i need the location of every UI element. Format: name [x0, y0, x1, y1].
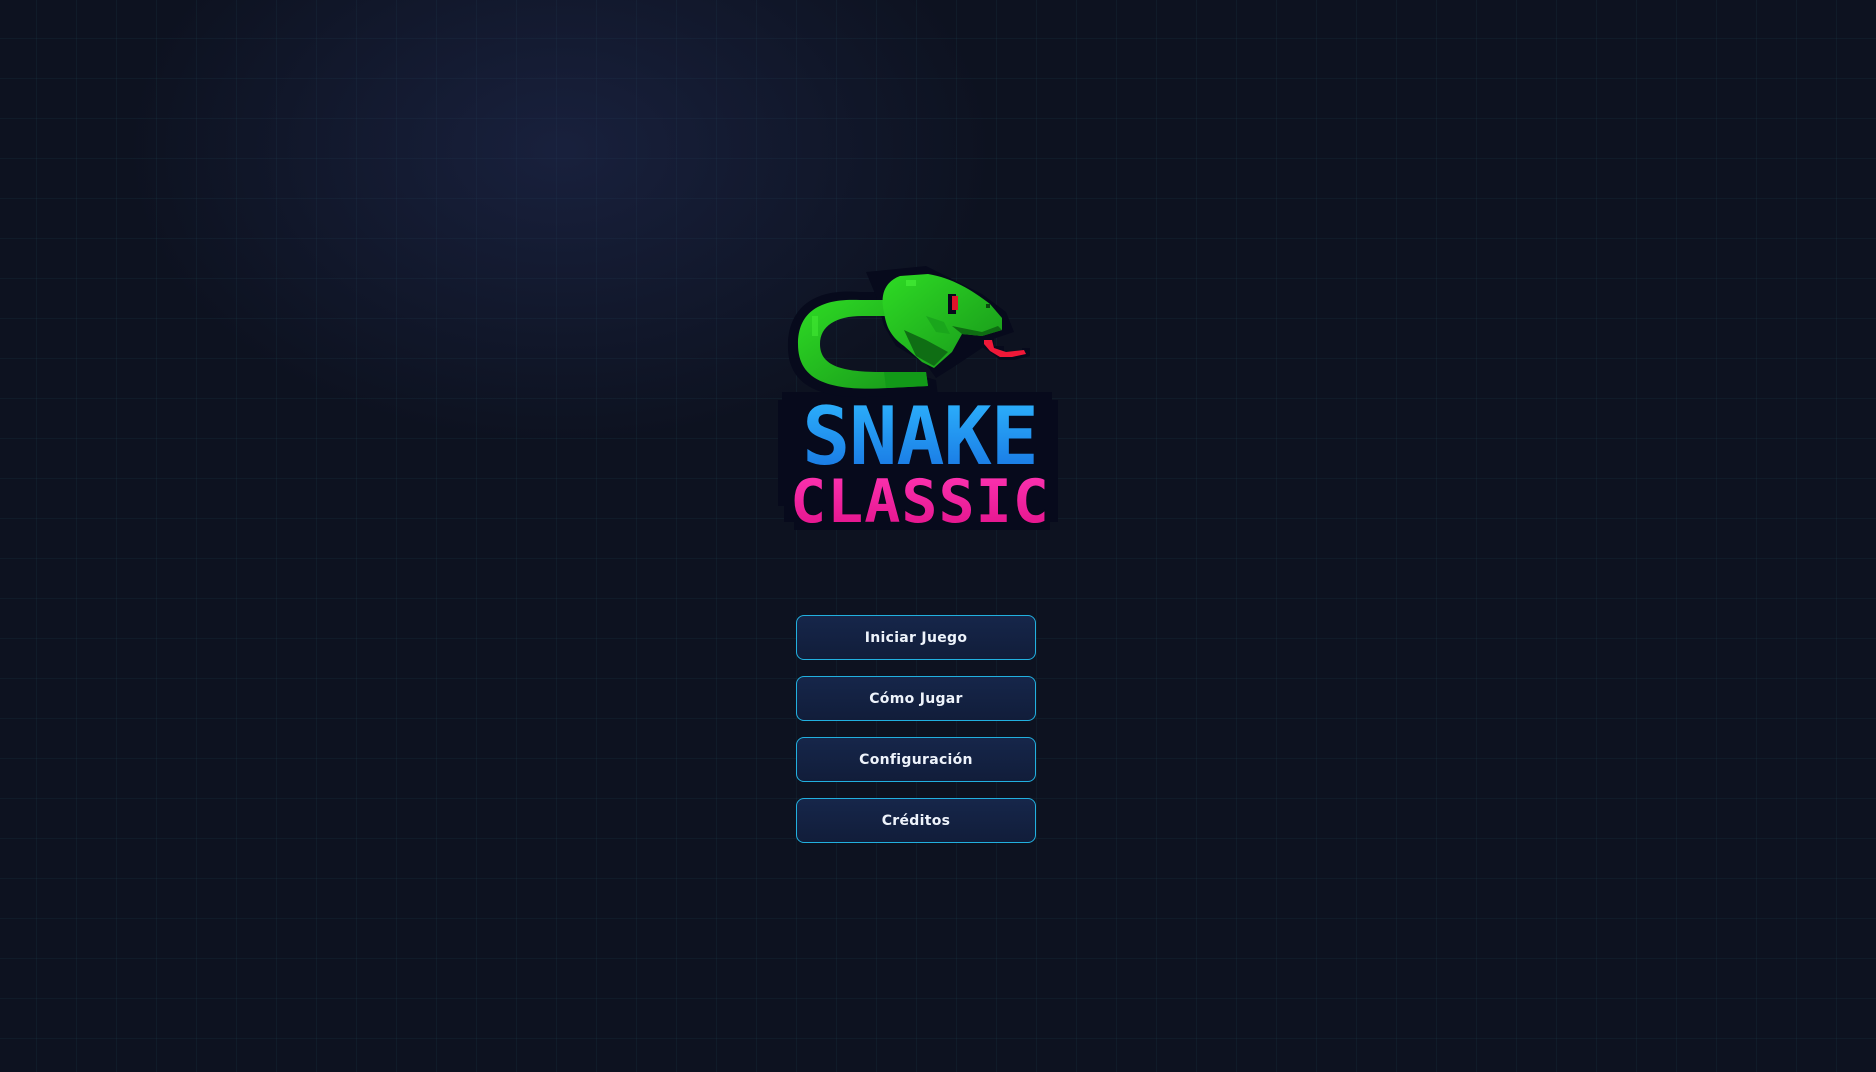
- snake-tongue-icon: [984, 340, 1026, 357]
- start-game-label: Iniciar Juego: [864, 629, 968, 646]
- credits-button[interactable]: Créditos: [796, 798, 1036, 843]
- snake-icon: [787, 266, 1030, 398]
- logo-title-line2: CLASSIC: [790, 467, 1050, 537]
- how-to-play-label: Cómo Jugar: [869, 690, 963, 707]
- settings-button[interactable]: Configuración: [796, 737, 1036, 782]
- snake-classic-logo: SNAKE CLASSIC: [778, 266, 1058, 538]
- game-logo: SNAKE CLASSIC: [776, 256, 1064, 538]
- settings-label: Configuración: [859, 751, 973, 768]
- main-menu: Iniciar Juego Cómo Jugar Configuración C…: [796, 615, 1036, 843]
- credits-label: Créditos: [881, 812, 951, 829]
- start-game-button[interactable]: Iniciar Juego: [796, 615, 1036, 660]
- how-to-play-button[interactable]: Cómo Jugar: [796, 676, 1036, 721]
- snake-eye-icon: [952, 296, 958, 310]
